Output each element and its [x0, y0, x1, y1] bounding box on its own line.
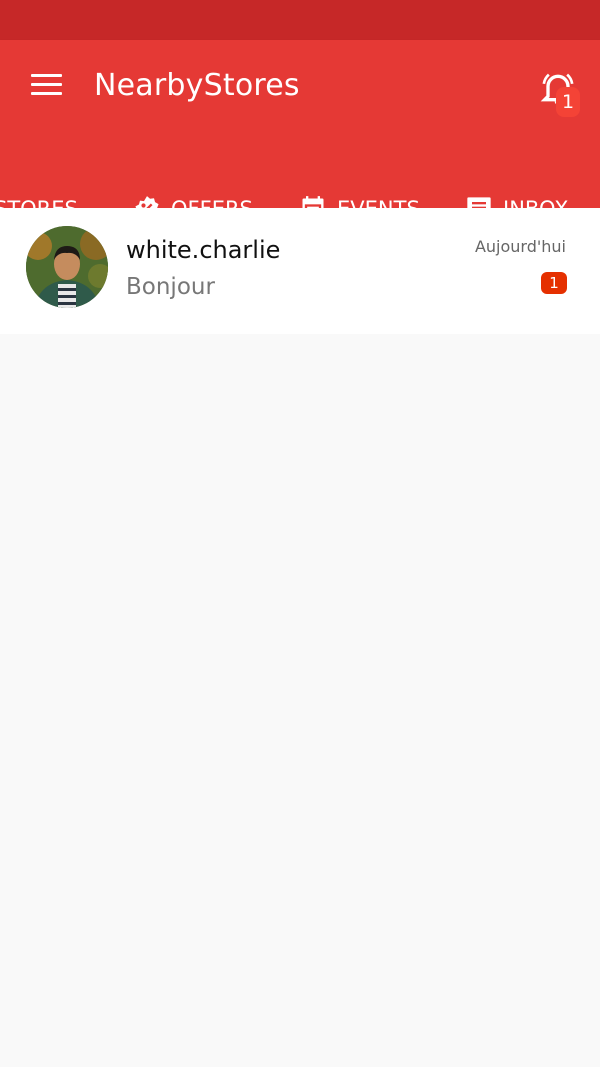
- status-bar: [0, 0, 600, 40]
- hamburger-line: [31, 74, 62, 77]
- conversation-item[interactable]: white.charlie Bonjour Aujourd'hui 1: [0, 208, 600, 334]
- hamburger-line: [31, 83, 62, 86]
- app-title: NearbyStores: [94, 68, 300, 103]
- hamburger-line: [31, 92, 62, 95]
- app-bar: NearbyStores 1 STORES OFFERS: [0, 40, 600, 248]
- avatar: [26, 226, 108, 308]
- notification-count-badge: 1: [556, 87, 580, 117]
- conversation-time: Aujourd'hui: [474, 237, 566, 256]
- menu-button[interactable]: [28, 72, 68, 104]
- conversation-name: white.charlie: [126, 236, 281, 264]
- unread-count-badge: 1: [541, 272, 567, 294]
- conversation-last-message: Bonjour: [126, 274, 215, 300]
